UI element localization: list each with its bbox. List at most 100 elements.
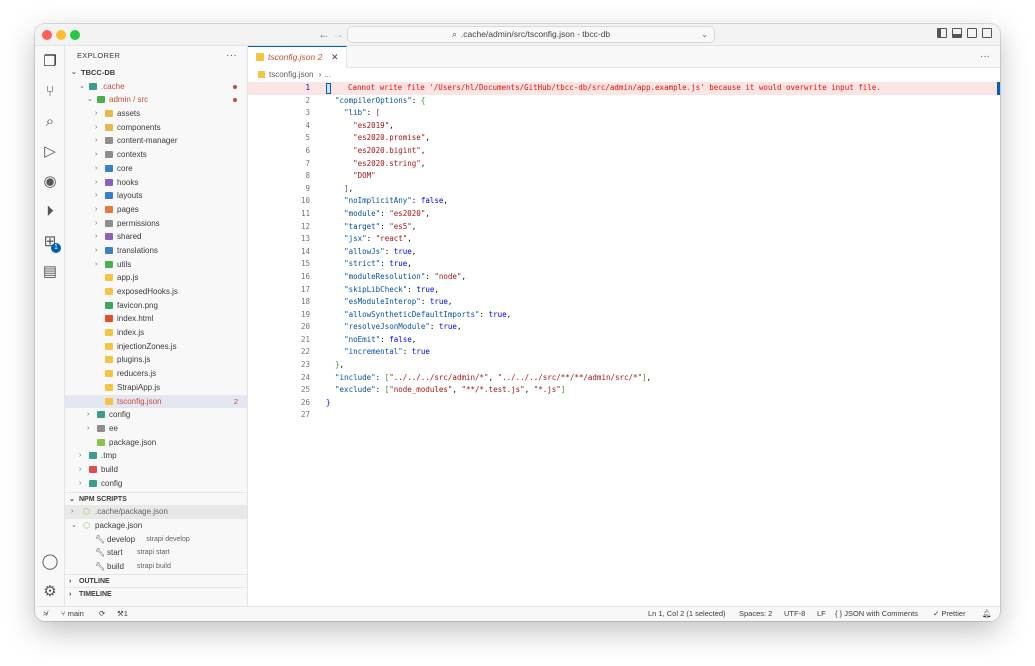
- tree-folder[interactable]: › content-manager: [65, 134, 247, 148]
- close-window-button[interactable]: [42, 30, 52, 40]
- breadcrumb-more[interactable]: …: [324, 70, 332, 79]
- back-arrow-icon[interactable]: ←: [318, 27, 330, 41]
- tree-folder[interactable]: › assets: [65, 107, 247, 121]
- gear-icon[interactable]: ⚙: [40, 582, 60, 602]
- code-line: 1{Cannot write file '/Users/hl/Documents…: [248, 82, 1000, 95]
- toggle-primary-sidebar-icon[interactable]: [937, 28, 947, 38]
- tree-folder[interactable]: › build: [65, 463, 247, 477]
- tree-folder[interactable]: › config: [65, 477, 247, 491]
- npm-package-item[interactable]: › ⬡ .cache/package.json: [65, 505, 247, 519]
- line-number: 20: [300, 322, 310, 332]
- explorer-icon[interactable]: ❐: [40, 52, 60, 72]
- tree-folder[interactable]: ⌄ .cache: [65, 80, 247, 94]
- tree-item-label: app.js: [117, 273, 139, 283]
- tree-folder[interactable]: › contexts: [65, 148, 247, 162]
- line-number: 6: [305, 145, 310, 155]
- customize-layout-icon[interactable]: [982, 28, 992, 38]
- folder-icon: [105, 260, 113, 268]
- tree-file[interactable]: exposedHooks.js: [65, 285, 247, 299]
- tree-folder[interactable]: › config: [65, 408, 247, 422]
- tree-file[interactable]: app.js: [65, 271, 247, 285]
- branch-indicator[interactable]: ⑂ main: [61, 607, 84, 621]
- sync-icon[interactable]: ⟳: [99, 607, 105, 621]
- tree-file[interactable]: StrapiApp.js: [65, 381, 247, 395]
- forward-arrow-icon[interactable]: →: [332, 27, 344, 41]
- toggle-secondary-sidebar-icon[interactable]: [967, 28, 977, 38]
- code-text: "esModuleInterop": true,: [344, 297, 453, 307]
- problems-indicator[interactable]: ⚒1: [117, 607, 128, 621]
- tree-folder[interactable]: › utils: [65, 258, 247, 272]
- tree-folder[interactable]: › core: [65, 162, 247, 176]
- notebook-icon[interactable]: ▤: [40, 262, 60, 282]
- tree-folder[interactable]: › translations: [65, 244, 247, 258]
- tree-file[interactable]: package.json: [65, 436, 247, 450]
- tree-folder[interactable]: › ee: [65, 422, 247, 436]
- bell-icon[interactable]: 🔔︎: [982, 607, 992, 621]
- remote-icon[interactable]: ≯: [43, 607, 47, 621]
- tree-folder[interactable]: › hooks: [65, 176, 247, 190]
- tree-folder[interactable]: › permissions: [65, 217, 247, 231]
- maximize-window-button[interactable]: [70, 30, 80, 40]
- github-icon[interactable]: ◉: [40, 172, 60, 192]
- tree-file[interactable]: plugins.js: [65, 353, 247, 367]
- search-icon[interactable]: ⌕: [40, 112, 60, 132]
- tree-file[interactable]: index.js: [65, 326, 247, 340]
- tree-folder[interactable]: ⌄ admin / src: [65, 93, 247, 107]
- code-text: "es2020.string",: [353, 158, 426, 168]
- tree-file[interactable]: reducers.js: [65, 367, 247, 381]
- timeline-header[interactable]: › TIMELINE: [65, 587, 247, 600]
- file-icon: [105, 383, 113, 391]
- account-icon[interactable]: ◯: [40, 552, 60, 572]
- npm-script-item[interactable]: 🔧︎ build strapi build: [65, 560, 247, 574]
- run-debug-icon[interactable]: ▷: [40, 142, 60, 162]
- command-center-search[interactable]: ⌕ .cache/admin/src/tsconfig.json - tbcc-d…: [347, 26, 715, 43]
- play-icon[interactable]: ⏵: [40, 202, 60, 222]
- tree-file[interactable]: index.html: [65, 312, 247, 326]
- outline-header[interactable]: › OUTLINE: [65, 574, 247, 587]
- indentation[interactable]: Spaces: 2: [739, 607, 772, 621]
- npm-scripts-header[interactable]: ⌄ NPM SCRIPTS: [65, 492, 247, 505]
- more-actions-icon[interactable]: ···: [226, 46, 237, 66]
- npm-script-item[interactable]: 🔧︎ start strapi start: [65, 546, 247, 560]
- tree-item-label: injectionZones.js: [117, 341, 177, 351]
- cursor-position[interactable]: Ln 1, Col 2 (1 selected): [648, 607, 726, 621]
- more-actions-icon[interactable]: ···: [980, 51, 990, 62]
- tab-tsconfig[interactable]: tsconfig.json 2 ✕: [248, 46, 347, 68]
- extensions-icon[interactable]: ⊞ 1: [40, 232, 61, 253]
- tree-folder[interactable]: › components: [65, 121, 247, 135]
- tree-folder[interactable]: › shared: [65, 230, 247, 244]
- end-of-line[interactable]: LF: [817, 607, 826, 621]
- code-text: "target": "es5",: [344, 221, 417, 231]
- close-icon[interactable]: ✕: [331, 47, 339, 67]
- chevron-right-icon: ›: [95, 123, 98, 131]
- tree-folder[interactable]: › .tmp: [65, 449, 247, 463]
- tree-file[interactable]: favicon.png: [65, 299, 247, 313]
- problem-count-badge: 2: [233, 396, 238, 406]
- toggle-panel-icon[interactable]: [952, 28, 962, 38]
- tree-file[interactable]: tsconfig.json 2: [65, 394, 247, 409]
- source-control-icon[interactable]: ⑂: [40, 82, 60, 102]
- prettier-status[interactable]: ✓ Prettier: [933, 607, 966, 621]
- language-mode[interactable]: { } JSON with Comments: [835, 607, 918, 621]
- code-line: 27: [248, 409, 1000, 422]
- tree-item-label: utils: [117, 259, 132, 269]
- breadcrumb-file[interactable]: tsconfig.json: [269, 70, 313, 79]
- language-label: JSON with Comments: [844, 609, 918, 618]
- file-icon: [105, 274, 113, 282]
- tree-folder[interactable]: › layouts: [65, 189, 247, 203]
- chevron-down-icon[interactable]: ⌄: [701, 27, 708, 42]
- tree-item-label: exposedHooks.js: [117, 287, 178, 296]
- minimize-window-button[interactable]: [56, 30, 66, 40]
- tree-item-label: admin / src: [109, 95, 149, 105]
- workspace-root[interactable]: ⌄ TBCC-DB: [65, 66, 247, 80]
- npm-package-item[interactable]: ⌄ ⬡ package.json: [65, 519, 247, 533]
- tree-file[interactable]: injectionZones.js: [65, 340, 247, 354]
- npm-item-label: .cache/package.json: [95, 507, 168, 517]
- line-number: 7: [305, 158, 310, 168]
- chevron-right-icon: ›: [95, 110, 98, 118]
- code-editor[interactable]: 1{Cannot write file '/Users/hl/Documents…: [248, 82, 1000, 422]
- encoding[interactable]: UTF-8: [784, 607, 805, 621]
- npm-script-item[interactable]: 🔧︎ develop strapi develop: [65, 533, 247, 547]
- tree-folder[interactable]: › pages: [65, 203, 247, 217]
- line-number: 11: [300, 208, 310, 218]
